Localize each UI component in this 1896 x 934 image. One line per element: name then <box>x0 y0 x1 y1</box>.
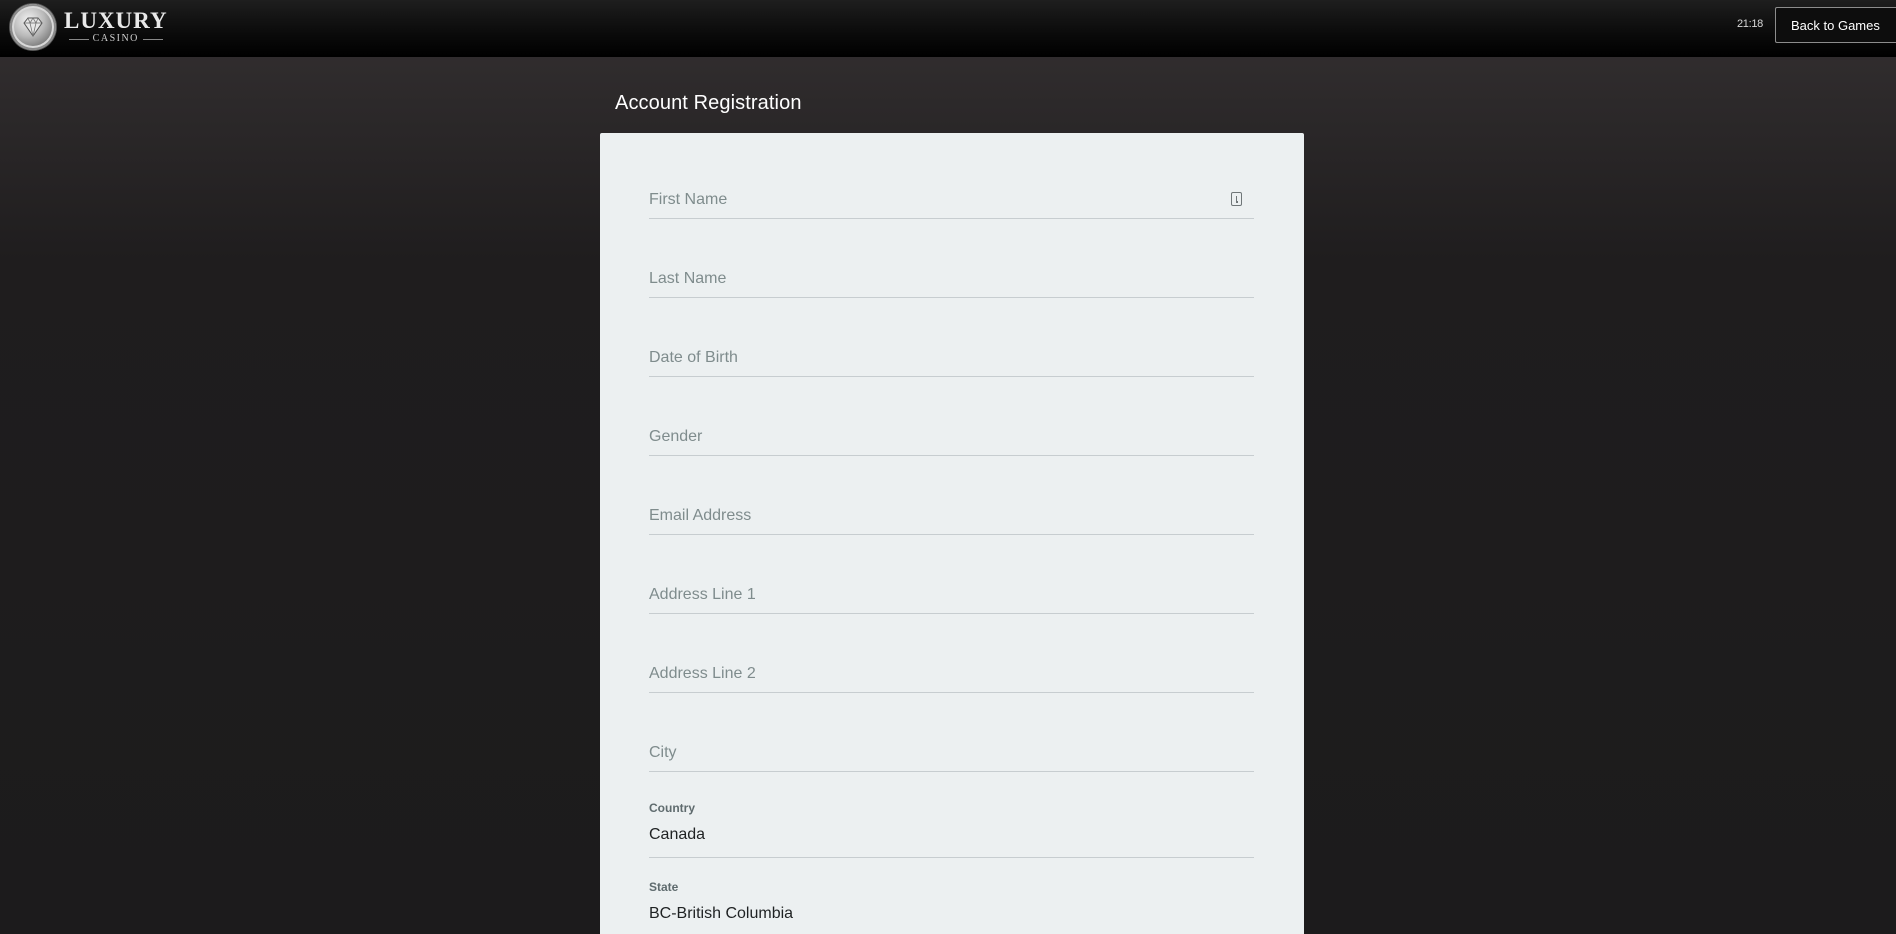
last-name-input[interactable] <box>649 269 1254 297</box>
contact-card-icon-dot <box>1235 201 1238 203</box>
gender-field[interactable] <box>649 427 1254 456</box>
country-value[interactable]: Canada <box>649 826 705 844</box>
first-name-field[interactable] <box>649 190 1254 219</box>
email-address-input[interactable] <box>649 506 1254 534</box>
casino-logo[interactable]: LUXURY CASINO <box>10 3 168 51</box>
state-value[interactable]: BC-British Columbia <box>649 905 793 923</box>
city-field[interactable] <box>649 743 1254 772</box>
logo-divider-right <box>142 38 163 40</box>
country-label: Country <box>649 801 695 815</box>
state-label: State <box>649 880 679 894</box>
gender-input[interactable] <box>649 427 1254 455</box>
contact-card-icon-bar <box>1235 195 1238 201</box>
clock: 21:18 <box>1736 18 1763 30</box>
date-of-birth-input[interactable] <box>649 348 1254 376</box>
back-to-games-button[interactable]: Back to Games <box>1775 7 1896 43</box>
diamond-emblem-icon <box>10 4 56 50</box>
logo-wordmark: LUXURY CASINO <box>64 9 168 45</box>
state-select[interactable]: State BC-British Columbia <box>649 880 1254 934</box>
first-name-input[interactable] <box>649 190 1254 218</box>
country-select[interactable]: Country Canada <box>649 801 1254 858</box>
address-line-1-field[interactable] <box>649 585 1254 614</box>
logo-sub-text: CASINO <box>92 33 139 44</box>
contact-card-icon[interactable] <box>1231 192 1242 206</box>
last-name-field[interactable] <box>649 269 1254 298</box>
date-of-birth-field[interactable] <box>649 348 1254 377</box>
logo-main-text: LUXURY <box>64 8 168 33</box>
city-input[interactable] <box>649 743 1254 771</box>
page-title: Account Registration <box>615 92 802 114</box>
email-address-field[interactable] <box>649 506 1254 535</box>
registration-form-card: Country Canada State BC-British Columbia <box>600 133 1304 934</box>
logo-sub-row: CASINO <box>68 33 163 45</box>
address-line-2-input[interactable] <box>649 664 1254 692</box>
address-line-2-field[interactable] <box>649 664 1254 693</box>
address-line-1-input[interactable] <box>649 585 1254 613</box>
logo-divider-left <box>68 38 89 40</box>
top-bar: LUXURY CASINO 21:18 Back to Games <box>0 0 1896 57</box>
